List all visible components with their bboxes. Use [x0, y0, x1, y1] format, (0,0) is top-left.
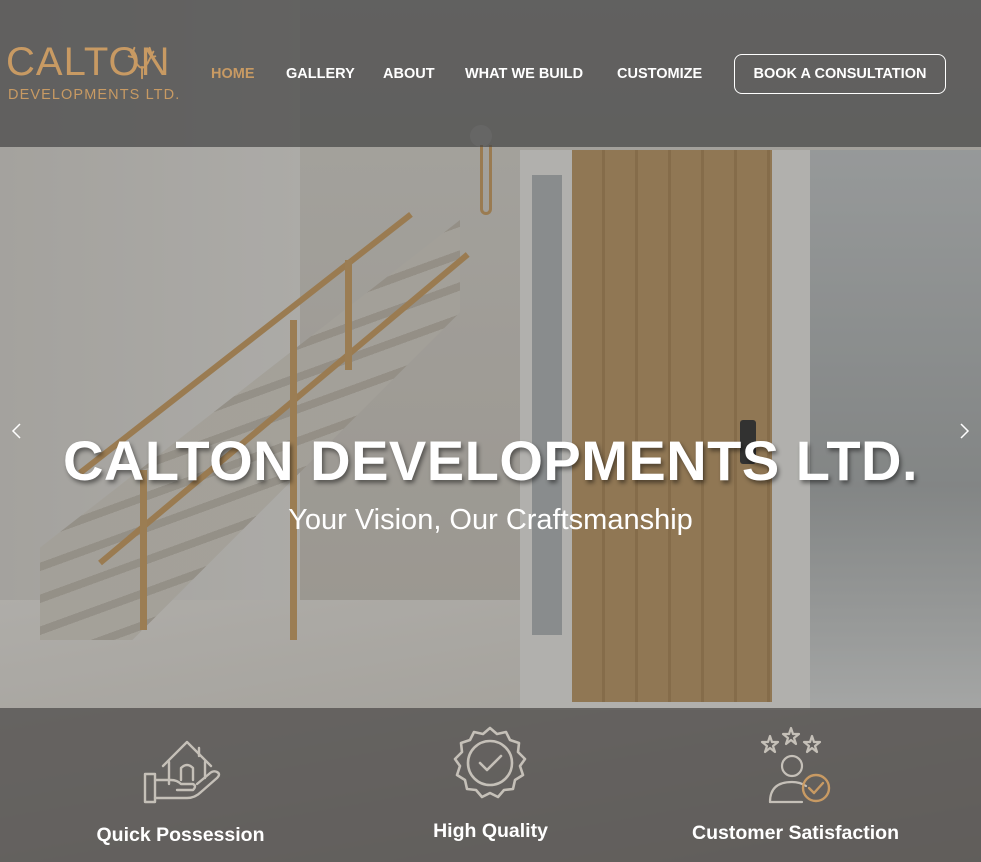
feature-label: Quick Possession: [96, 824, 265, 846]
hero-title: CALTON DEVELOPMENTS LTD.: [62, 429, 919, 492]
deer-icon: [127, 46, 157, 80]
feature-customer-satisfaction: Customer Satisfaction: [632, 708, 959, 862]
features-strip: Quick Possession High Quality Customer S…: [0, 708, 981, 862]
quality-badge-check-icon: [453, 726, 527, 799]
nav-gallery[interactable]: GALLERY: [286, 66, 355, 82]
brand-subtitle: DEVELOPMENTS LTD.: [8, 87, 181, 103]
feature-label: Customer Satisfaction: [692, 822, 899, 844]
book-consultation-button[interactable]: BOOK A CONSULTATION: [734, 54, 946, 94]
feature-label: High Quality: [433, 820, 548, 842]
feature-quick-possession: Quick Possession: [17, 708, 344, 862]
customer-stars-check-icon: [760, 726, 831, 804]
house-in-hand-icon: [143, 740, 221, 804]
nav-customize[interactable]: CUSTOMIZE: [617, 66, 702, 82]
site-header: CALTON DEVELOPMENTS LTD. HOME GALLERY AB…: [0, 0, 981, 147]
brand-logo[interactable]: CALTON DEVELOPMENTS LTD.: [6, 40, 196, 106]
nav-what-we-build[interactable]: WHAT WE BUILD: [465, 66, 583, 82]
feature-high-quality: High Quality: [327, 708, 654, 862]
hero-subtitle: Your Vision, Our Craftsmanship: [288, 504, 693, 536]
nav-home[interactable]: HOME: [211, 66, 255, 82]
nav-about[interactable]: ABOUT: [383, 66, 435, 82]
